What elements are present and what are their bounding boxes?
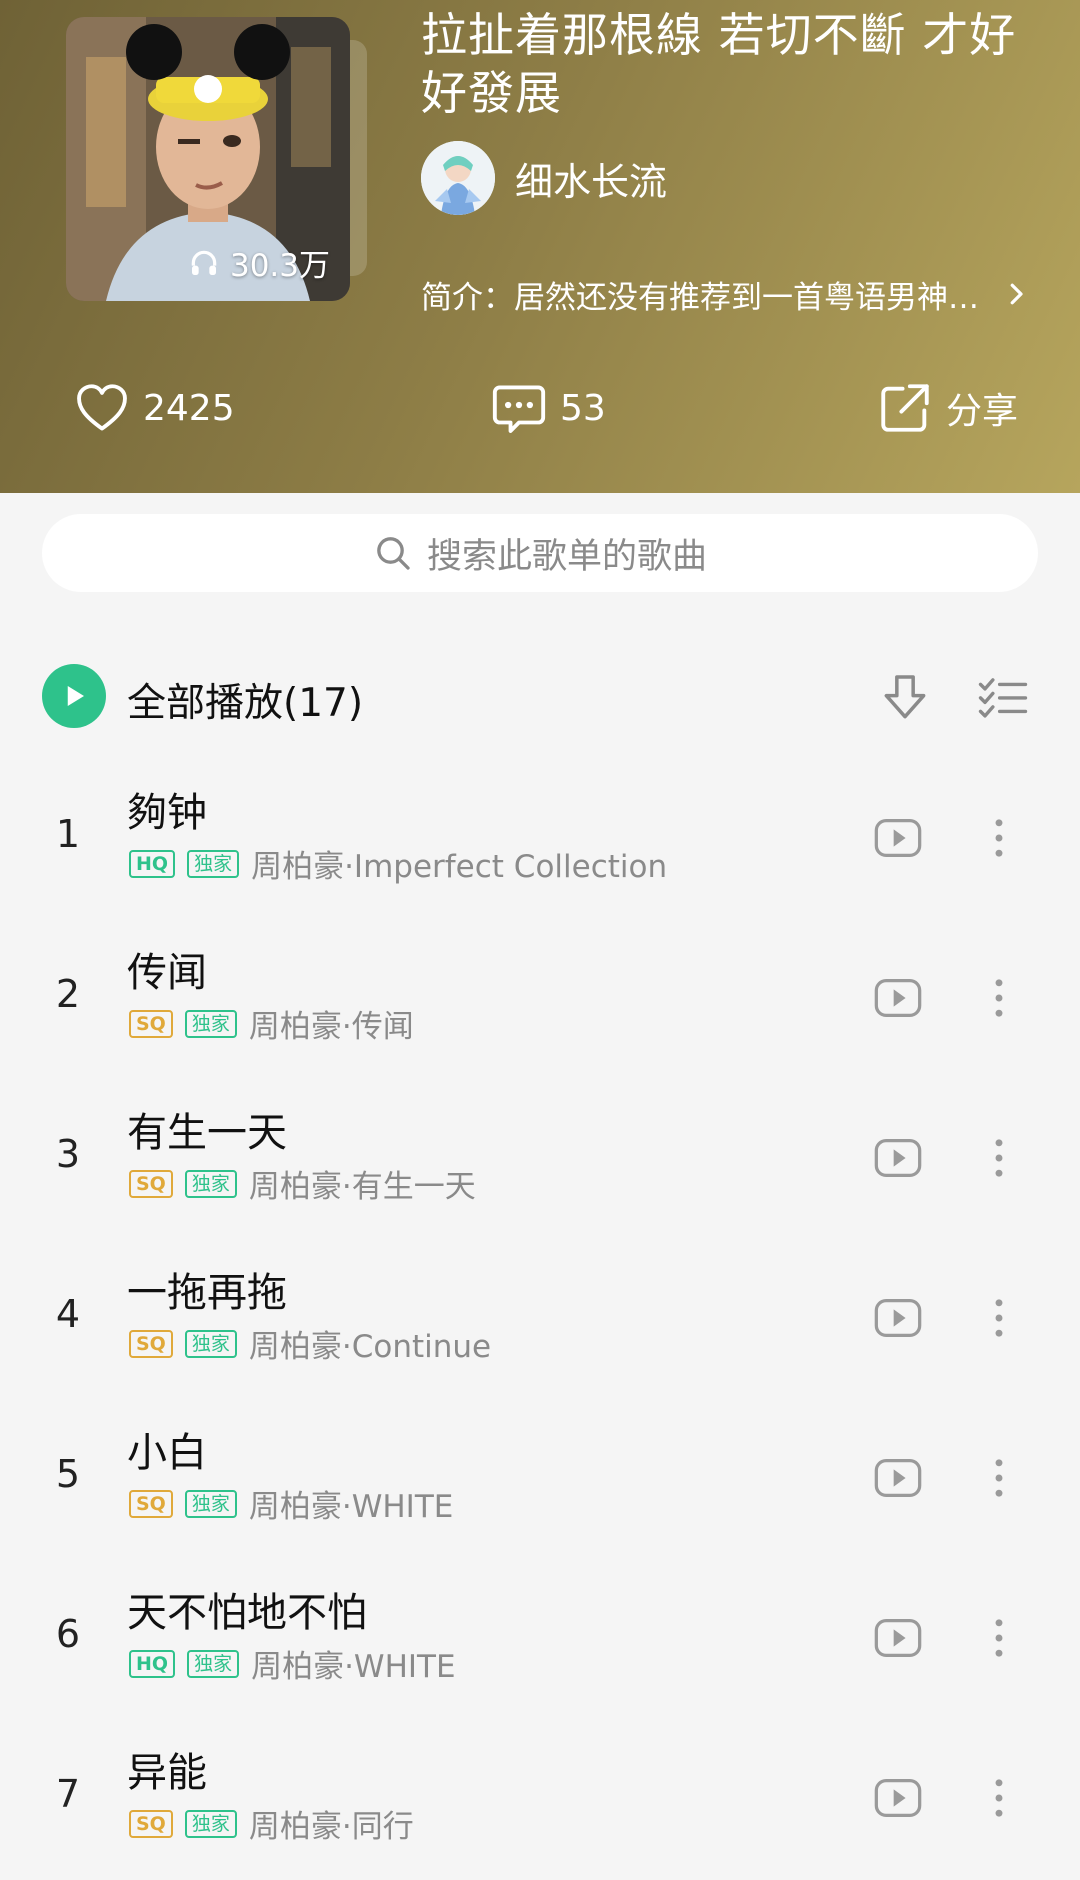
mv-play-icon[interactable] [872,1292,924,1344]
song-row[interactable]: 6 天不怕地不怕 HQ 独家 周柏豪·WHITE [0,1560,1080,1720]
quality-badge: SQ [129,1329,173,1358]
exclusive-badge: 独家 [187,1649,240,1678]
share-icon [881,384,929,432]
share-button[interactable]: 分享 [876,375,1018,441]
quality-badge: SQ [129,1489,173,1518]
song-title: 异能 [127,1750,207,1796]
exclusive-badge: 独家 [187,849,240,878]
song-title: 天不怕地不怕 [127,1590,367,1636]
song-row[interactable]: 4 一拖再拖 SQ 独家 周柏豪·Continue [0,1240,1080,1400]
song-meta: HQ 独家 周柏豪·Imperfect Collection [129,841,667,886]
song-artist-album: 周柏豪·WHITE [251,1649,456,1685]
playlist-intro[interactable]: 简介：居然还没有推荐到一首粤语男神… [421,269,1031,319]
headphones-icon [191,250,217,275]
action-bar: 2425 53 分享 [0,375,1080,441]
song-title: 小白 [127,1430,207,1476]
exclusive-badge: 独家 [184,1489,237,1518]
exclusive-badge: 独家 [184,1809,237,1838]
song-meta: SQ 独家 周柏豪·WHITE [129,1481,453,1526]
download-icon[interactable] [877,670,933,726]
more-options-icon[interactable] [983,1132,1015,1184]
like-button[interactable]: 2425 [73,375,235,441]
like-count: 2425 [143,387,235,429]
more-options-icon[interactable] [983,972,1015,1024]
song-meta: HQ 独家 周柏豪·WHITE [129,1641,456,1686]
search-input[interactable]: 搜索此歌单的歌曲 [42,514,1038,592]
chevron-right-icon [1010,283,1023,305]
song-index: 2 [55,972,81,1016]
song-title: 传闻 [127,950,207,996]
mv-play-icon[interactable] [872,1612,924,1664]
play-all-bar: 全部播放(17) [42,664,1038,732]
song-artist-album: 周柏豪·有生一天 [248,1169,476,1205]
song-artist-album: 周柏豪·同行 [248,1809,414,1845]
song-artist-album: 周柏豪·传闻 [248,1009,414,1045]
exclusive-badge: 独家 [184,1009,237,1038]
creator-name: 细水长流 [515,159,668,204]
song-index: 6 [55,1612,81,1656]
song-row[interactable]: 2 传闻 SQ 独家 周柏豪·传闻 [0,920,1080,1080]
exclusive-badge: 独家 [184,1169,237,1198]
quality-badge: HQ [129,1649,176,1678]
song-meta: SQ 独家 周柏豪·传闻 [129,1001,414,1046]
creator[interactable]: 细水长流 [421,141,667,215]
playlist-title: 拉扯着那根線 若切不斷 才好好發展 [421,8,1017,120]
heart-icon [77,384,127,431]
mv-play-icon[interactable] [872,812,924,864]
comment-count: 53 [560,387,606,429]
quality-badge: SQ [129,1169,173,1198]
mv-play-icon[interactable] [872,1132,924,1184]
song-meta: SQ 独家 周柏豪·Continue [129,1321,491,1366]
more-options-icon[interactable] [983,1612,1015,1664]
song-title: 有生一天 [127,1110,287,1156]
mv-play-icon[interactable] [872,972,924,1024]
play-all-button[interactable] [42,664,106,728]
mv-play-icon[interactable] [872,1452,924,1504]
search-placeholder: 搜索此歌单的歌曲 [426,536,707,577]
song-list: 1 夠钟 HQ 独家 周柏豪·Imperfect Collection 2 传闻… [0,760,1080,1880]
song-index: 5 [55,1452,81,1496]
play-all-label[interactable]: 全部播放(17) [127,672,363,728]
playlist-header: 30.3万 拉扯着那根線 若切不斷 才好好發展 细水长流 简介：居然还没有推荐到… [0,0,1080,493]
song-index: 7 [55,1772,81,1816]
quality-badge: SQ [129,1809,173,1838]
creator-avatar[interactable] [421,141,495,215]
song-artist-album: 周柏豪·Imperfect Collection [251,849,668,885]
song-row[interactable]: 3 有生一天 SQ 独家 周柏豪·有生一天 [0,1080,1080,1240]
song-meta: SQ 独家 周柏豪·有生一天 [129,1161,476,1206]
search-icon [377,537,410,570]
intro-text: 简介：居然还没有推荐到一首粤语男神… [421,279,979,316]
multi-select-icon[interactable] [976,672,1030,726]
mv-play-icon[interactable] [872,1772,924,1824]
play-count-value: 30.3万 [229,248,330,284]
song-index: 1 [55,812,81,856]
comment-icon [492,385,546,433]
share-label: 分享 [946,391,1019,432]
song-row[interactable]: 1 夠钟 HQ 独家 周柏豪·Imperfect Collection [0,760,1080,920]
song-index: 3 [55,1132,81,1176]
song-row[interactable]: 5 小白 SQ 独家 周柏豪·WHITE [0,1400,1080,1560]
quality-badge: HQ [129,849,176,878]
more-options-icon[interactable] [983,812,1015,864]
more-options-icon[interactable] [983,1772,1015,1824]
play-count: 30.3万 [188,240,330,285]
exclusive-badge: 独家 [184,1329,237,1358]
more-options-icon[interactable] [983,1452,1015,1504]
comment-button[interactable]: 53 [490,375,606,441]
playlist-cover[interactable]: 30.3万 [66,17,350,301]
song-artist-album: 周柏豪·Continue [248,1329,492,1365]
song-title: 夠钟 [127,790,207,836]
song-index: 4 [55,1292,81,1336]
quality-badge: SQ [129,1009,173,1038]
song-title: 一拖再拖 [127,1270,287,1316]
play-icon [67,686,84,706]
song-meta: SQ 独家 周柏豪·同行 [129,1801,414,1846]
song-artist-album: 周柏豪·WHITE [248,1489,454,1525]
more-options-icon[interactable] [983,1292,1015,1344]
song-row[interactable]: 7 异能 SQ 独家 周柏豪·同行 [0,1720,1080,1880]
